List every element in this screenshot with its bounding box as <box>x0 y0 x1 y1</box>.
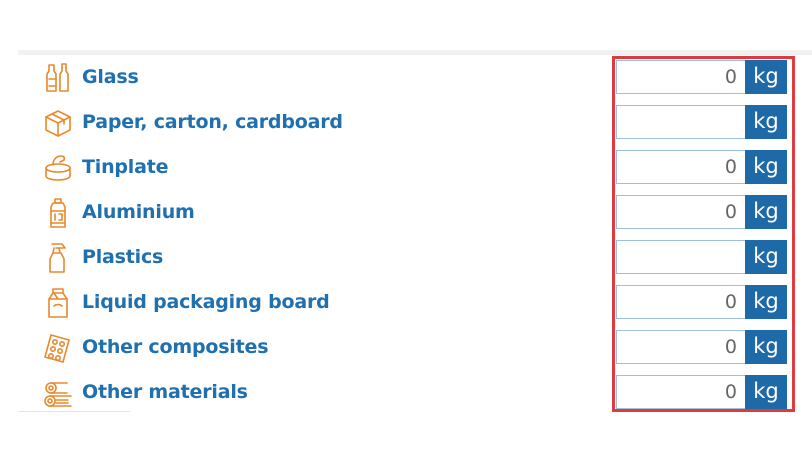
material-label: Liquid packaging board <box>82 291 330 313</box>
plastics-quantity-input[interactable] <box>616 240 745 274</box>
aerosol-can-icon <box>40 196 76 230</box>
material-row-aluminium: Aluminium kg <box>38 190 798 235</box>
quantity-field: kg <box>616 105 787 139</box>
material-label: Glass <box>82 66 139 88</box>
quantity-field: kg <box>616 285 787 319</box>
cardboard-box-icon <box>40 106 76 140</box>
material-label: Other materials <box>82 381 248 403</box>
blister-pack-icon <box>40 331 76 365</box>
quantity-field: kg <box>616 330 787 364</box>
quantity-field: kg <box>616 375 787 409</box>
glass-quantity-input[interactable] <box>616 60 745 94</box>
material-label: Other composites <box>82 336 269 358</box>
other-materials-quantity-input[interactable] <box>616 375 745 409</box>
material-label: Plastics <box>82 246 164 268</box>
unit-label: kg <box>745 240 787 274</box>
unit-label: kg <box>745 375 787 409</box>
material-label: Paper, carton, cardboard <box>82 111 343 133</box>
material-row-tinplate: Tinplate kg <box>38 145 798 190</box>
mixed-materials-icon <box>40 376 76 410</box>
material-label: Aluminium <box>82 201 195 223</box>
material-label: Tinplate <box>82 156 169 178</box>
aluminium-quantity-input[interactable] <box>616 195 745 229</box>
milk-carton-icon <box>40 286 76 320</box>
quantity-field: kg <box>616 240 787 274</box>
tin-can-icon <box>40 151 76 185</box>
form-bottom-divider <box>18 411 130 412</box>
material-row-plastics: Plastics kg <box>38 235 798 280</box>
material-row-liquid-packaging: Liquid packaging board kg <box>38 280 798 325</box>
other-composites-quantity-input[interactable] <box>616 330 745 364</box>
quantity-field: kg <box>616 150 787 184</box>
tinplate-quantity-input[interactable] <box>616 150 745 184</box>
unit-label: kg <box>745 285 787 319</box>
quantity-field: kg <box>616 195 787 229</box>
material-row-other-materials: Other materials kg <box>38 370 798 415</box>
material-row-glass: Glass kg <box>38 55 798 100</box>
glass-bottles-icon <box>40 61 76 95</box>
quantity-field: kg <box>616 60 787 94</box>
material-row-other-composites: Other composites kg <box>38 325 798 370</box>
liquid-packaging-quantity-input[interactable] <box>616 285 745 319</box>
paper-quantity-input[interactable] <box>616 105 745 139</box>
spray-bottle-icon <box>40 241 76 275</box>
unit-label: kg <box>745 60 787 94</box>
material-row-paper: Paper, carton, cardboard kg <box>38 100 798 145</box>
unit-label: kg <box>745 105 787 139</box>
unit-label: kg <box>745 150 787 184</box>
unit-label: kg <box>745 195 787 229</box>
unit-label: kg <box>745 330 787 364</box>
